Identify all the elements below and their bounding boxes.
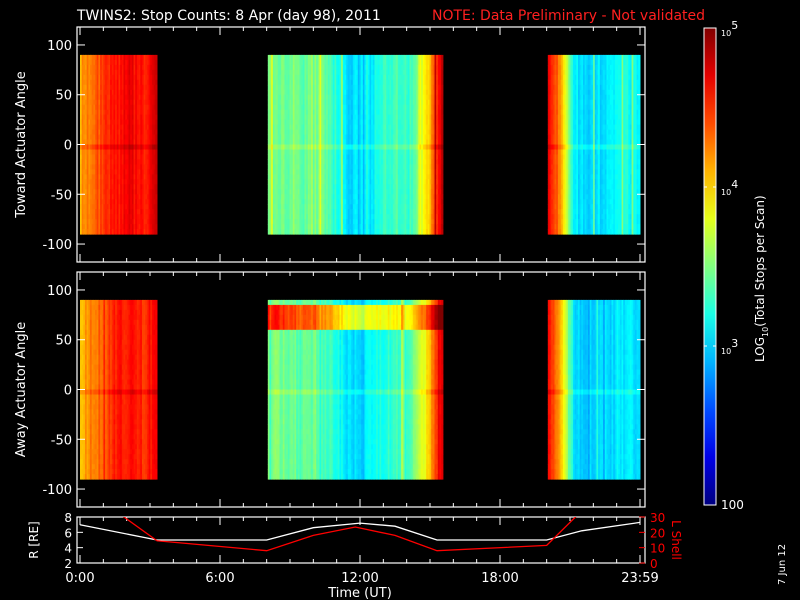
heatmap-cell xyxy=(155,134,158,140)
heatmap-cell xyxy=(155,174,158,180)
heatmap-cell xyxy=(155,204,158,210)
heatmap-cell xyxy=(155,219,158,225)
heatmap-cell xyxy=(155,119,158,126)
heatmap-cell xyxy=(155,214,158,220)
heatmap-cell xyxy=(155,84,158,91)
heatmap-cell xyxy=(155,189,158,195)
heatmap-cell xyxy=(155,169,158,175)
chart-title: TWINS2: Stop Counts: 8 Apr (day 98), 201… xyxy=(76,8,381,24)
heatmap-cell xyxy=(155,154,158,160)
heatmap-cell xyxy=(155,229,158,235)
heatmap-cell xyxy=(155,89,158,96)
heatmap-cell xyxy=(155,179,158,185)
heatmap-cell xyxy=(155,164,158,170)
heatmap-cell xyxy=(155,114,158,121)
heatmap-cell xyxy=(155,69,158,76)
heatmap-cell xyxy=(155,224,158,230)
heatmap-cell xyxy=(155,159,158,165)
heatmap-cell xyxy=(155,74,158,81)
heatmap-cell xyxy=(155,139,158,145)
heatmap-cell xyxy=(155,79,158,86)
heatmap-cell xyxy=(155,99,158,106)
heatmap-cell xyxy=(155,184,158,190)
twins-stop-counts-plot: TWINS2: Stop Counts: 8 Apr (day 98), 201… xyxy=(14,8,788,600)
heatmap-cell xyxy=(155,129,158,136)
preliminary-note: NOTE: Data Preliminary - Not validated xyxy=(432,8,705,24)
heatmap-cell xyxy=(155,149,158,155)
heatmap-cell xyxy=(155,54,158,61)
toward-angle-spectrogram: 100500-50-100Toward Actuator Angle xyxy=(14,26,646,263)
heatmap-cell xyxy=(155,94,158,101)
heatmap-cell xyxy=(155,144,158,150)
heatmap-cell xyxy=(155,59,158,66)
heatmap-cell xyxy=(155,64,158,71)
heatmap-cell xyxy=(155,109,158,116)
heatmap-cell xyxy=(155,124,158,131)
heatmap-cell xyxy=(155,209,158,215)
heatmap-cell xyxy=(155,104,158,111)
heatmap-cell xyxy=(155,194,158,200)
heatmap-cell xyxy=(155,199,158,205)
